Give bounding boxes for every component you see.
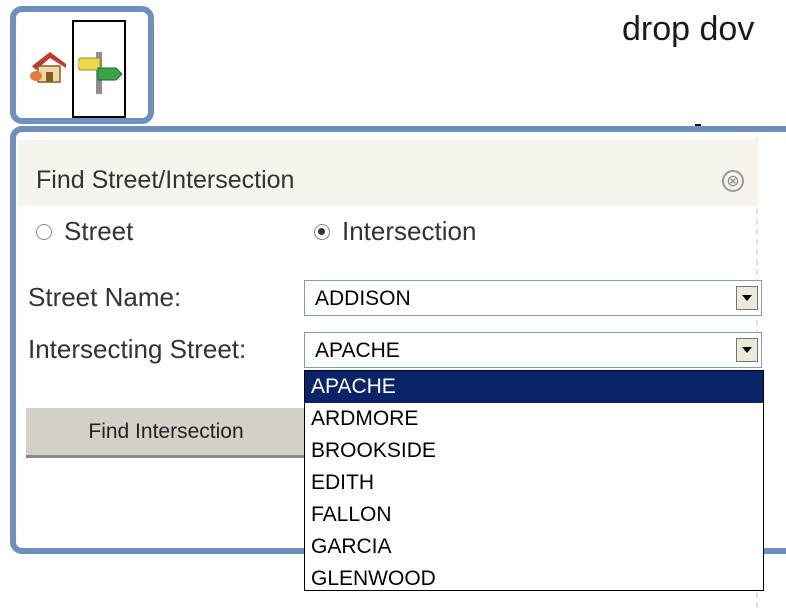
intersecting-street-value: APACHE (315, 339, 400, 362)
dropdown-option[interactable]: GARCIA (305, 531, 763, 563)
caption-text: drop dov (622, 10, 755, 48)
find-street-tool-button[interactable] (72, 20, 126, 118)
intersecting-street-dropdown-list[interactable]: APACHE ARDMORE BROOKSIDE EDITH FALLON GA… (304, 370, 764, 591)
dropdown-option[interactable]: FALLON (305, 499, 763, 531)
find-intersection-button[interactable]: Find Intersection (26, 408, 306, 458)
close-icon[interactable]: ⊗ (722, 170, 744, 192)
radio-intersection[interactable] (314, 224, 330, 240)
street-name-label: Street Name: (28, 282, 182, 312)
house-icon[interactable] (28, 46, 70, 88)
dropdown-option[interactable]: BROOKSIDE (305, 435, 763, 467)
intersecting-street-select[interactable]: APACHE (304, 332, 762, 368)
radio-intersection-label: Intersection (342, 216, 477, 246)
street-name-select[interactable]: ADDISON (304, 280, 762, 316)
dropdown-option[interactable]: EDITH (305, 467, 763, 499)
chevron-down-icon[interactable] (736, 338, 758, 362)
radio-street-label: Street (64, 216, 134, 246)
panel-title: Find Street/Intersection (36, 166, 295, 194)
street-name-value: ADDISON (315, 287, 411, 310)
chevron-down-icon[interactable] (736, 286, 758, 310)
dropdown-option[interactable]: APACHE (305, 371, 763, 403)
intersecting-street-label: Intersecting Street: (28, 334, 247, 364)
tool-panel (10, 6, 154, 124)
dropdown-option[interactable]: GLENWOOD (305, 563, 763, 590)
radio-street[interactable] (36, 224, 52, 240)
dropdown-option[interactable]: ARDMORE (305, 403, 763, 435)
